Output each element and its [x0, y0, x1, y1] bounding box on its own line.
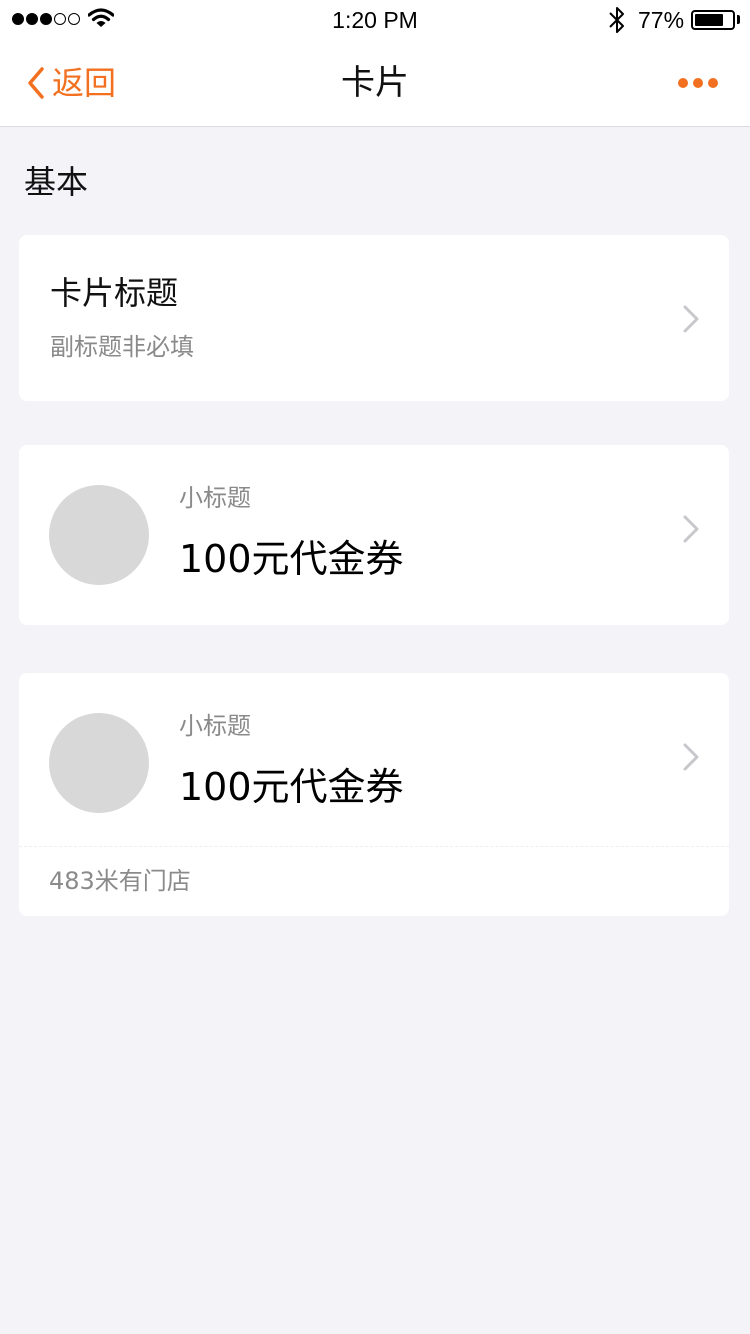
avatar [49, 713, 149, 813]
more-dots-icon [678, 78, 688, 88]
battery-percentage: 77% [638, 7, 685, 33]
divider [19, 846, 729, 847]
coupon-card[interactable]: 小标题 100元代金券 [19, 445, 729, 625]
battery-icon [691, 10, 735, 30]
card-title: 卡片标题 [50, 274, 179, 312]
status-bar: 1:20 PM 77% [0, 0, 750, 40]
chevron-right-icon [683, 515, 699, 543]
coupon-main-text: 100元代金券 [179, 765, 404, 809]
store-distance: 483米有门店 [49, 867, 191, 895]
section-title: 基本 [24, 163, 89, 201]
coupon-small-title: 小标题 [179, 484, 251, 512]
bluetooth-icon [609, 7, 624, 33]
navigation-bar: 返回 卡片 [0, 40, 750, 127]
coupon-main-text: 100元代金券 [179, 537, 404, 581]
more-button[interactable] [672, 70, 724, 96]
coupon-card-with-footer[interactable]: 小标题 100元代金券 483米有门店 [19, 673, 729, 916]
coupon-small-title: 小标题 [179, 712, 251, 740]
chevron-right-icon [683, 305, 699, 333]
page-title: 卡片 [341, 63, 409, 103]
card-title-item[interactable]: 卡片标题 副标题非必填 [19, 235, 729, 401]
card-subtitle: 副标题非必填 [50, 333, 194, 361]
avatar [49, 485, 149, 585]
chevron-right-icon [683, 743, 699, 771]
